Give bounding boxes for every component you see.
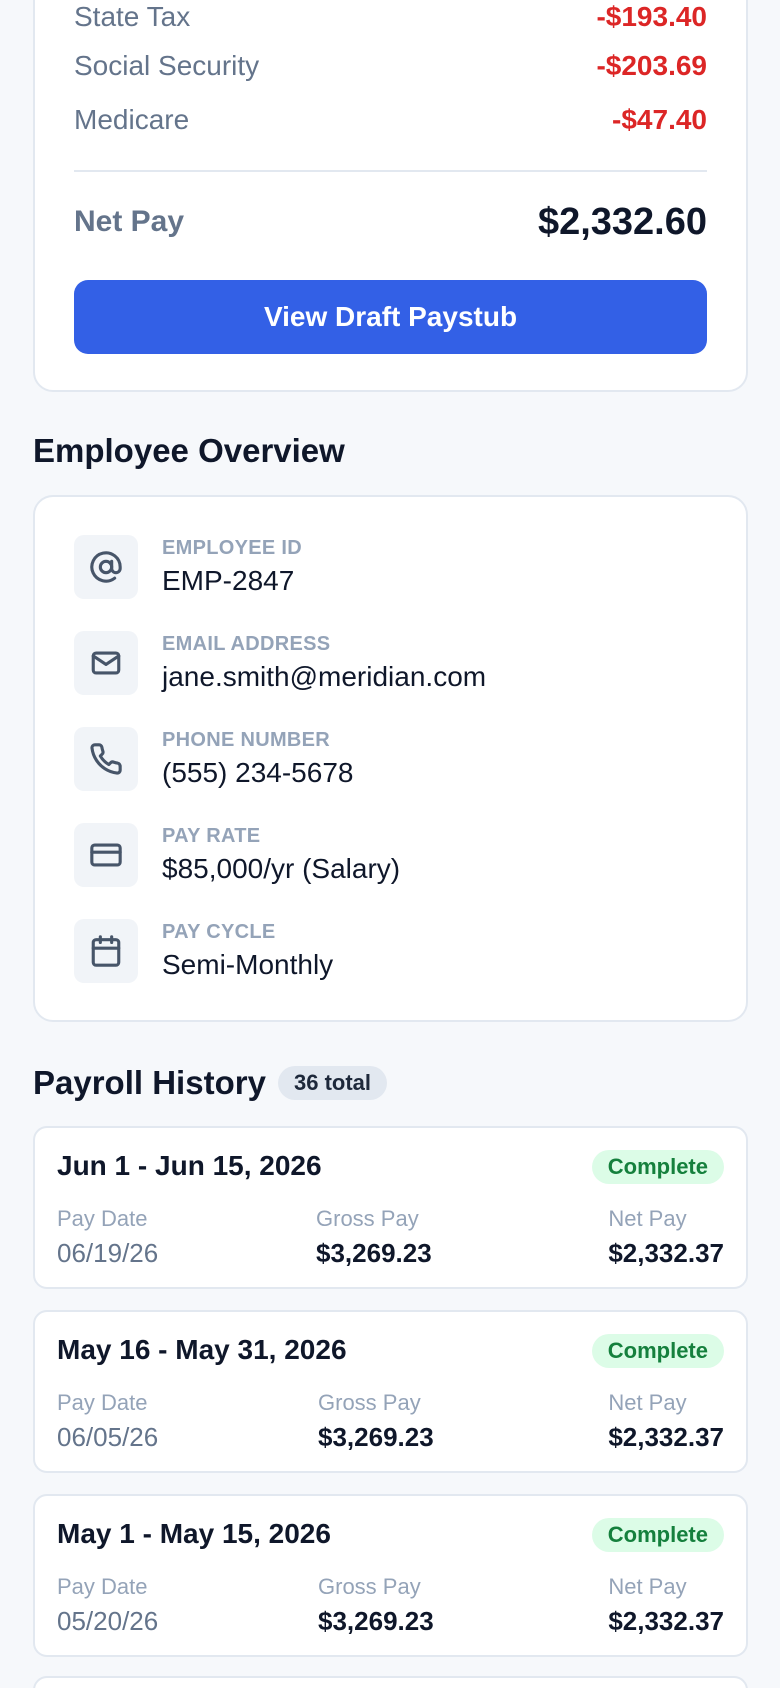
info-value: EMP-2847 <box>162 565 295 596</box>
deduction-label: State Tax <box>74 1 191 32</box>
gross-pay-label: Gross Pay <box>318 1390 421 1415</box>
pay-date-column: Pay Date 06/05/26 <box>57 1390 158 1453</box>
gross-pay-value: $3,269.23 <box>318 1422 434 1452</box>
mail-icon <box>74 631 138 695</box>
pay-date-column: Pay Date 05/20/26 <box>57 1574 158 1637</box>
gross-pay-label: Gross Pay <box>318 1574 421 1599</box>
phone-icon <box>74 727 138 791</box>
gross-pay-column: Gross Pay $3,269.23 <box>318 1574 434 1637</box>
status-badge: Complete <box>591 1334 724 1368</box>
deduction-amount: -$193.40 <box>596 1 707 32</box>
deduction-label: Medicare <box>74 104 190 135</box>
payroll-history-item[interactable]: May 16 - May 31, 2026 Complete Pay Date … <box>33 1310 748 1473</box>
pay-period: May 16 - May 31, 2026 <box>57 1334 347 1365</box>
net-pay-value: $2,332.37 <box>608 1606 724 1636</box>
net-pay-label: Net Pay <box>608 1574 687 1599</box>
info-row-pay-cycle: PAY CYCLE Semi-Monthly <box>74 919 726 985</box>
page: State Tax -$193.40 Social Security -$203… <box>0 0 780 1688</box>
net-pay-value: $2,332.37 <box>608 1422 724 1452</box>
employee-overview-card: EMPLOYEE ID EMP-2847 EMAIL ADDRESS jane.… <box>33 495 748 1022</box>
history-count-badge: 36 total <box>278 1066 388 1100</box>
at-icon <box>74 535 138 599</box>
info-row-email: EMAIL ADDRESS jane.smith@meridian.com <box>74 631 726 697</box>
gross-pay-value: $3,269.23 <box>318 1606 434 1636</box>
gross-pay-value: $3,269.23 <box>316 1238 432 1268</box>
pay-date-label: Pay Date <box>57 1206 148 1231</box>
gross-pay-column: Gross Pay $3,269.23 <box>316 1206 432 1269</box>
pay-date-label: Pay Date <box>57 1390 148 1415</box>
gross-pay-label: Gross Pay <box>316 1206 419 1231</box>
calendar-icon <box>74 919 138 983</box>
pay-date-value: 05/20/26 <box>57 1606 159 1636</box>
info-label: EMAIL ADDRESS <box>162 633 331 655</box>
pay-date-value: 06/19/26 <box>57 1238 159 1268</box>
payroll-history-item[interactable]: Jun 1 - Jun 15, 2026 Complete Pay Date 0… <box>33 1126 748 1289</box>
net-pay-label: Net Pay <box>74 205 185 238</box>
info-value[interactable]: (555) 234-5678 <box>162 757 353 789</box>
info-value: $85,000/yr (Salary) <box>162 853 401 884</box>
credit-card-icon <box>74 823 138 887</box>
info-value: Semi-Monthly <box>162 949 334 980</box>
deduction-row-state-tax: State Tax -$193.40 <box>74 0 707 37</box>
pay-date-column: Pay Date 06/19/26 <box>57 1206 158 1269</box>
net-pay-column: Net Pay $2,332.37 <box>608 1206 724 1269</box>
info-row-phone: PHONE NUMBER (555) 234-5678 <box>74 727 726 793</box>
net-pay-label: Net Pay <box>608 1390 687 1415</box>
deduction-row-social-security: Social Security -$203.69 <box>74 46 707 86</box>
status-badge: Complete <box>591 1518 724 1552</box>
view-draft-paystub-button[interactable]: View Draft Paystub <box>74 280 707 354</box>
payroll-history-title: Payroll History <box>33 1064 266 1101</box>
info-row-employee-id: EMPLOYEE ID EMP-2847 <box>74 535 726 601</box>
net-pay-row: Net Pay $2,332.60 <box>74 194 707 250</box>
pay-period: May 1 - May 15, 2026 <box>57 1518 331 1549</box>
payroll-history-item[interactable] <box>33 1676 748 1688</box>
deduction-row-medicare: Medicare -$47.40 <box>74 100 707 140</box>
info-label: PHONE NUMBER <box>162 729 331 751</box>
info-label: EMPLOYEE ID <box>162 537 302 559</box>
payroll-history-item[interactable]: May 1 - May 15, 2026 Complete Pay Date 0… <box>33 1494 748 1657</box>
net-pay-value: $2,332.37 <box>608 1238 724 1268</box>
pay-summary-card: State Tax -$193.40 Social Security -$203… <box>33 0 748 392</box>
info-label: PAY RATE <box>162 825 261 847</box>
info-value[interactable]: jane.smith@meridian.com <box>162 661 486 693</box>
net-pay-column: Net Pay $2,332.37 <box>608 1574 724 1637</box>
deduction-amount: -$203.69 <box>596 50 707 81</box>
deduction-amount: -$47.40 <box>612 104 707 135</box>
net-pay-label: Net Pay <box>608 1206 687 1231</box>
pay-period: Jun 1 - Jun 15, 2026 <box>57 1150 322 1181</box>
gross-pay-column: Gross Pay $3,269.23 <box>318 1390 434 1453</box>
net-pay-column: Net Pay $2,332.37 <box>608 1390 724 1453</box>
pay-date-value: 06/05/26 <box>57 1422 159 1452</box>
info-row-pay-rate: PAY RATE $85,000/yr (Salary) <box>74 823 726 889</box>
divider <box>74 170 707 172</box>
info-label: PAY CYCLE <box>162 921 276 943</box>
employee-overview-title: Employee Overview <box>33 432 345 469</box>
net-pay-amount: $2,332.60 <box>537 200 707 243</box>
status-badge: Complete <box>591 1150 724 1184</box>
pay-date-label: Pay Date <box>57 1574 148 1599</box>
deduction-label: Social Security <box>74 50 260 81</box>
